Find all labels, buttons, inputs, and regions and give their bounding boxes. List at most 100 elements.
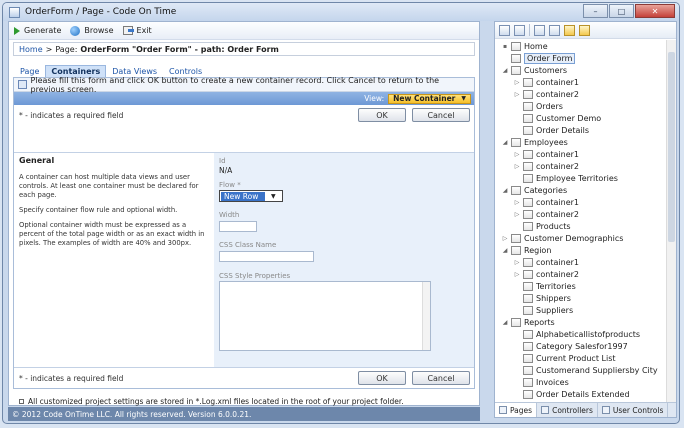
cancel-button-top[interactable]: Cancel	[412, 108, 470, 122]
minimize-button[interactable]: –	[583, 4, 608, 18]
expander-icon[interactable]: ▷	[501, 235, 509, 242]
expander-icon[interactable]: ◢	[501, 139, 509, 146]
tree-node[interactable]: Order Form	[501, 52, 576, 64]
tab-user-controls[interactable]: User Controls	[598, 403, 669, 417]
tree-node[interactable]: Orders	[513, 100, 563, 112]
tree-scrollbar[interactable]	[666, 40, 676, 402]
expander-icon[interactable]: ▷	[513, 151, 521, 158]
page-icon	[523, 329, 533, 339]
tree-node[interactable]: Suppliers	[513, 304, 573, 316]
tree-node[interactable]: ◢ Customers	[501, 64, 567, 76]
tree-node-label: Employees	[524, 137, 568, 147]
browse-button[interactable]: Browse	[70, 25, 114, 36]
width-input[interactable]	[219, 221, 257, 232]
refresh-icon[interactable]	[514, 24, 525, 36]
expander-icon[interactable]: ▷	[513, 271, 521, 278]
tree-node[interactable]: Customer Demo	[513, 112, 601, 124]
css-style-textarea[interactable]	[219, 281, 431, 351]
tree-node[interactable]: ▷ container2	[513, 88, 579, 100]
page-icon	[523, 257, 533, 267]
ok-button-bottom[interactable]: OK	[358, 371, 406, 385]
tree-node[interactable]: ◢ Employees	[501, 136, 568, 148]
page-icon	[523, 365, 533, 375]
tree-node[interactable]: Category Salesfor1997	[513, 340, 628, 352]
page-icon	[523, 89, 533, 99]
page-icon	[511, 137, 521, 147]
expander-icon[interactable]: ◢	[501, 67, 509, 74]
expander-icon[interactable]: ▷	[513, 79, 521, 86]
flow-select[interactable]: New Row ▼	[219, 190, 283, 202]
tree-node[interactable]: Products	[513, 220, 571, 232]
cancel-button-bottom[interactable]: Cancel	[412, 371, 470, 385]
properties-icon[interactable]	[549, 24, 560, 36]
section-title: General	[19, 156, 55, 165]
open-folder-icon[interactable]	[579, 24, 590, 36]
tree-node[interactable]: Current Product List	[513, 352, 616, 364]
expander-icon[interactable]: ▷	[513, 91, 521, 98]
expander-icon[interactable]: ▷	[513, 259, 521, 266]
tree-node-label: Order Form	[524, 52, 576, 64]
sync-icon[interactable]	[499, 24, 510, 36]
tree-node[interactable]: ▪ Home	[501, 40, 548, 52]
exit-button[interactable]: Exit	[122, 26, 152, 35]
footnote: All customized project settings are stor…	[19, 397, 404, 406]
tree-node[interactable]: Employee Territories	[513, 172, 618, 184]
tree-node[interactable]: ◢ Categories	[501, 184, 567, 196]
tree-node-label: Categories	[524, 185, 568, 195]
tree-node[interactable]: ▷ container1	[513, 148, 579, 160]
expander-icon[interactable]: ▷	[513, 199, 521, 206]
required-note-bottom: * - indicates a required field	[19, 373, 124, 383]
tree-node[interactable]: Territories	[513, 280, 576, 292]
id-value: N/A	[219, 166, 233, 175]
tree-node-label: container1	[536, 257, 579, 267]
tree-node[interactable]: ▷ container1	[513, 76, 579, 88]
tree-node[interactable]: Alphabeticallistofproducts	[513, 328, 640, 340]
expander-icon[interactable]: ◢	[501, 187, 509, 194]
tab-user-controls-label: User Controls	[612, 405, 664, 415]
tree-node[interactable]: Invoices	[513, 376, 569, 388]
tree-node-label: Current Product List	[536, 353, 616, 363]
tree-node[interactable]: Order Details	[513, 124, 589, 136]
play-icon	[14, 26, 20, 35]
new-page-icon[interactable]	[534, 24, 545, 36]
view-selector[interactable]: New Container ▼	[388, 93, 471, 104]
tree-node[interactable]: Customerand Suppliersby City	[513, 364, 658, 376]
tree-node[interactable]: Order Details Extended	[513, 388, 630, 400]
expander-icon[interactable]: ▷	[513, 163, 521, 170]
tree-node[interactable]: ◢ Region	[501, 244, 551, 256]
required-note-top: * - indicates a required field	[19, 110, 124, 120]
toolbar-divider	[529, 24, 530, 36]
expander-icon[interactable]: ◢	[501, 247, 509, 254]
page-icon	[523, 101, 533, 111]
textarea-scrollbar[interactable]	[422, 282, 430, 350]
tree-node[interactable]: ▷ container2	[513, 160, 579, 172]
close-button[interactable]: ✕	[635, 4, 675, 18]
tree-node-label: container2	[536, 209, 579, 219]
tree-node-label: Employee Territories	[536, 173, 618, 183]
css-style-label: CSS Style Properties	[219, 272, 291, 280]
expander-icon[interactable]: ◢	[501, 319, 509, 326]
ok-button-top[interactable]: OK	[358, 108, 406, 122]
tree-node[interactable]: ▷ container2	[513, 268, 579, 280]
tab-controllers[interactable]: Controllers	[537, 403, 598, 417]
expander-icon[interactable]: ▪	[501, 43, 509, 50]
tree-node-label: Customers	[524, 65, 568, 75]
tree-node[interactable]: ▷ Customer Demographics	[501, 232, 623, 244]
maximize-button[interactable]: □	[609, 4, 634, 18]
generate-button[interactable]: Generate	[14, 26, 61, 35]
tree-node[interactable]: Shippers	[513, 292, 571, 304]
breadcrumb-home-link[interactable]: Home	[19, 45, 43, 54]
css-class-input[interactable]	[219, 251, 314, 262]
scroll-thumb[interactable]	[668, 52, 675, 242]
tree-node[interactable]: ▷ container1	[513, 256, 579, 268]
tree-node[interactable]: ▷ container2	[513, 208, 579, 220]
info-bar: Please fill this form and click OK butto…	[14, 76, 474, 94]
tree-node[interactable]: ▷ container1	[513, 196, 579, 208]
expander-icon[interactable]: ▷	[513, 211, 521, 218]
tab-pages[interactable]: Pages	[495, 403, 538, 417]
folder-icon[interactable]	[564, 24, 575, 36]
tree-node-label: Products	[536, 221, 571, 231]
width-label: Width	[219, 211, 240, 219]
tree-node[interactable]: ◢ Reports	[501, 316, 555, 328]
footnote-text: All customized project settings are stor…	[28, 397, 404, 406]
